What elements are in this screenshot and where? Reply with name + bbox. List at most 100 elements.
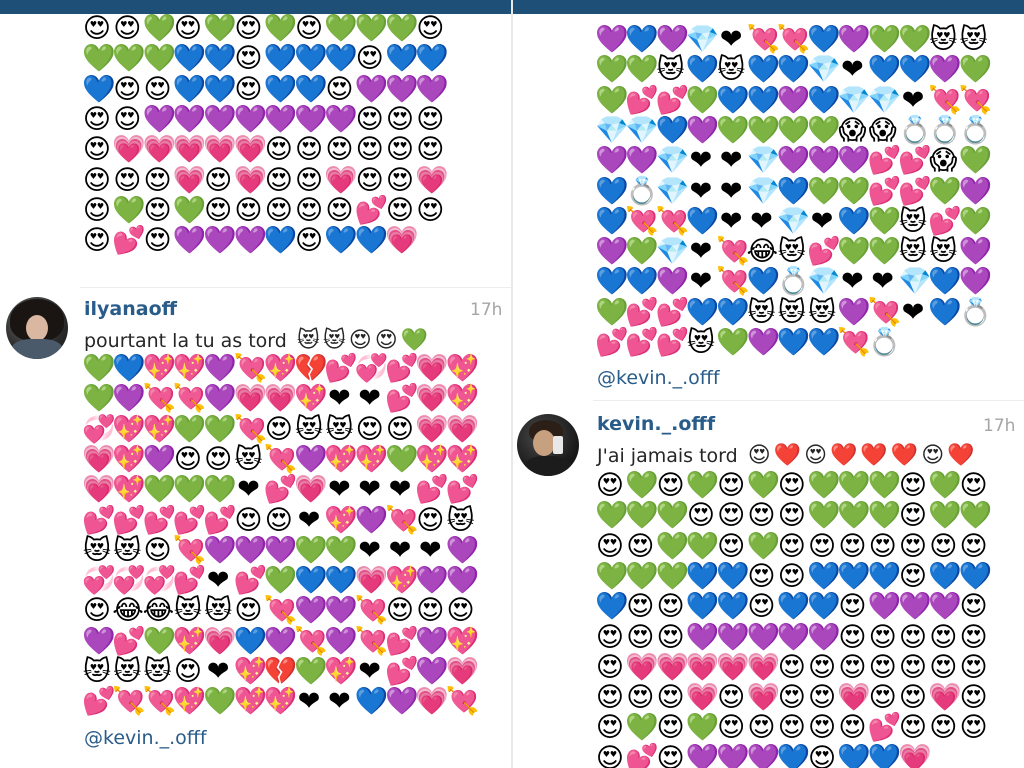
avatar-ilyanaoff[interactable] [6, 297, 68, 359]
emoji-cell: 😍 [204, 164, 233, 196]
emoji-cell: 😍 [416, 194, 445, 226]
emoji-cell: 💜 [716, 621, 750, 653]
emoji-cell: 💜 [172, 103, 207, 135]
emoji-cell: 💚 [595, 84, 629, 116]
emoji-cell: ❤ [297, 504, 321, 536]
emoji-cell: 💚 [958, 205, 993, 237]
emoji-cell: 😍 [898, 682, 928, 714]
emoji-cell: 😍 [355, 43, 384, 75]
emoji-cell: 💗 [445, 656, 480, 687]
emoji-cell: 💕 [655, 84, 690, 116]
emoji-cell: ❤ [871, 266, 894, 298]
emoji-cell: 💖 [172, 353, 207, 384]
mention-link-top[interactable]: @kevin._.offf [597, 367, 720, 389]
emoji-cell: 💚 [685, 712, 720, 744]
emoji-cell: 😍 [838, 621, 867, 653]
emoji-cell: 😂 [142, 595, 175, 627]
emoji-cell: ❤ [206, 565, 230, 597]
emoji-cell: 💚 [928, 470, 962, 501]
emoji-cell: 💜 [294, 103, 328, 135]
emoji-cell: 💗 [324, 164, 359, 196]
emoji-cell: 😍 [656, 712, 685, 744]
mention-link[interactable]: @kevin._.offf [84, 727, 207, 749]
emoji-cell: 💘 [776, 24, 811, 55]
emoji-cell: 💍 [958, 296, 993, 328]
emoji-cell: 😂 [746, 236, 779, 268]
emoji-cell: 💙 [807, 591, 841, 623]
emoji-cell: ❤ [689, 266, 713, 298]
emoji-cell: ❤ [689, 236, 713, 268]
emoji-cell: 💙 [746, 54, 781, 86]
emoji-cell: ❤ [719, 175, 743, 207]
emoji-cell: 💚 [867, 24, 902, 55]
emoji-cell: 💕 [354, 194, 389, 226]
emoji-cell: 💍 [958, 114, 993, 146]
emoji-cell: 💘 [112, 686, 146, 718]
emoji-cell: ❤ [328, 474, 351, 506]
emoji-cell: 💜 [958, 175, 993, 207]
emoji-cell: 💚 [685, 530, 720, 562]
emoji-cell: 💖 [324, 504, 359, 536]
emoji-cell: 😻 [717, 54, 746, 86]
emoji-cell: 💖 [112, 413, 146, 445]
emoji-cell: 😍 [898, 651, 928, 683]
emoji-cell: 💙 [294, 73, 328, 105]
emoji-cell: 💕 [172, 504, 207, 536]
emoji-cell: 💙 [324, 225, 359, 257]
emoji-cell: 💙 [807, 560, 841, 592]
emoji-cell: 💗 [415, 353, 449, 384]
emoji-cell: 💙 [685, 296, 720, 328]
comment-username-right[interactable]: kevin._.offf [597, 413, 715, 435]
emoji-cell: 😍 [747, 591, 776, 623]
emoji-cell: 💖 [142, 353, 177, 384]
emoji-cell: 😍 [595, 470, 625, 501]
emoji-cell: 💚 [625, 236, 659, 268]
emoji-cell: 💚 [625, 560, 659, 592]
emoji-cell: 😍 [808, 712, 837, 744]
emoji-cell: 💖 [263, 353, 298, 384]
emoji-cell: 💙 [625, 24, 659, 55]
emoji-cell: 😍 [868, 651, 897, 683]
emoji-cell: 😍 [325, 194, 354, 226]
emoji-cell: 💙 [776, 327, 811, 358]
emoji-cell: 💘 [233, 353, 268, 384]
emoji-cell: 💚 [807, 500, 841, 532]
emoji-cell: ❤ [206, 656, 230, 687]
emoji-cell: 😻 [959, 24, 988, 55]
emoji-cell: 💕 [898, 145, 932, 177]
emoji-cell: 😻 [82, 534, 112, 566]
emoji-cell: 💞 [354, 353, 389, 384]
emoji-cell: 💚 [203, 413, 237, 445]
emoji-cell: 💚 [716, 114, 750, 146]
emoji-cell: 💙 [867, 54, 902, 86]
emoji-cell: 💖 [263, 686, 298, 718]
emoji-cell: 💕 [385, 656, 419, 687]
emoji-cell: 💚 [867, 500, 902, 532]
emoji-cell: 💜 [776, 84, 811, 116]
emoji-cell: ❤ [689, 145, 713, 177]
emoji-cell: 💚 [685, 84, 720, 116]
emoji-cell: 💙 [595, 205, 629, 237]
emoji-cell: 💜 [776, 621, 811, 653]
emoji-cell: 💘 [263, 595, 298, 627]
emoji-cell: 💚 [142, 625, 177, 657]
emoji-cell: 😍 [82, 14, 112, 44]
emoji-cell: 😍 [898, 530, 928, 562]
emoji-cell: 😍 [295, 164, 324, 196]
emoji-cell: 💗 [172, 134, 207, 166]
emoji-cell: 💘 [867, 296, 902, 328]
emoji-cell: 💙 [354, 225, 389, 257]
comment-username[interactable]: ilyanaoff [84, 298, 177, 320]
emoji-cell: 💕 [233, 565, 268, 597]
emoji-cell: 😍 [355, 134, 384, 166]
emoji-cell: 💙 [746, 266, 781, 298]
emoji-cell: 😍 [898, 560, 928, 592]
emoji-cell: 💗 [746, 682, 781, 714]
emoji-cell: 😍 [777, 530, 806, 562]
emoji-cell: 💙 [415, 43, 449, 75]
emoji-cell: 💙 [776, 54, 811, 86]
avatar-kevin[interactable] [517, 414, 579, 476]
emoji-cell: 😻 [113, 656, 142, 687]
emoji-cell: 💞 [112, 565, 146, 597]
emoji-cell: 💘 [172, 383, 207, 415]
